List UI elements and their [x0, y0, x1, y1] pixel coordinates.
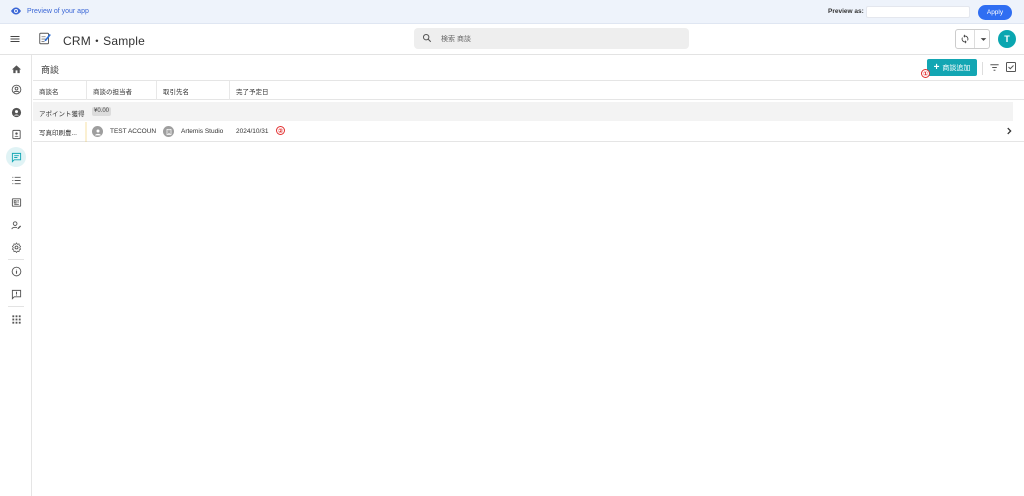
account-name: Artemis Studio — [181, 128, 224, 135]
apply-button[interactable]: Apply — [978, 5, 1012, 20]
column-header[interactable]: 取引先名 — [157, 81, 230, 100]
person-avatar-icon — [92, 126, 103, 137]
search-input[interactable]: 検索 商談 — [414, 28, 689, 49]
add-deal-button[interactable]: + 商談追加 — [927, 59, 977, 76]
menu-icon[interactable] — [9, 33, 21, 45]
deal-name-cell: 写真印刷豊... — [39, 129, 77, 137]
app-header: CRM・Sample 検索 商談 T — [0, 24, 1024, 55]
annotation-marker-2: ② — [276, 126, 285, 135]
toolbar-divider — [982, 62, 983, 75]
add-deal-label: 商談追加 — [942, 64, 971, 72]
sync-icon[interactable] — [956, 30, 975, 48]
account-circle-icon[interactable] — [6, 102, 26, 122]
row-divider — [85, 122, 87, 142]
preview-indicator: Preview of your app — [10, 5, 89, 17]
sidebar-divider — [8, 259, 24, 260]
chat-icon[interactable] — [6, 147, 26, 167]
settings-icon[interactable] — [6, 237, 26, 257]
filter-icon[interactable] — [989, 62, 1000, 73]
app-title: CRM・Sample — [63, 34, 146, 48]
account-cell: Artemis Studio — [163, 122, 233, 141]
annotation-marker-1: ① — [921, 69, 930, 78]
checklist-icon[interactable] — [6, 170, 26, 190]
main-content: 商談 + 商談追加 ① 商談名 商談の担当者 取引先名 完了予定日 アポイント獲… — [33, 55, 1024, 496]
account-circle-outline-icon[interactable] — [6, 79, 26, 99]
search-placeholder: 検索 商談 — [441, 36, 471, 43]
building-icon — [163, 126, 174, 137]
eye-icon — [11, 7, 21, 15]
group-row[interactable]: アポイント獲得 ¥0.00 — [33, 102, 1013, 121]
search-icon — [422, 33, 432, 43]
feedback-icon[interactable] — [6, 284, 26, 304]
contact-card-icon[interactable] — [6, 124, 26, 144]
sync-button[interactable] — [955, 29, 990, 49]
apps-grid-icon[interactable] — [6, 309, 26, 329]
plus-icon: + — [933, 61, 940, 73]
preview-as-label: Preview as: — [828, 8, 864, 15]
column-header[interactable]: 商談名 — [33, 81, 87, 100]
info-icon[interactable] — [6, 261, 26, 281]
table-header: 商談名 商談の担当者 取引先名 完了予定日 — [33, 80, 1024, 100]
chevron-down-icon[interactable] — [976, 30, 990, 48]
page-title: 商談 — [41, 65, 60, 75]
chevron-right-icon[interactable] — [1004, 126, 1014, 136]
home-icon[interactable] — [6, 59, 26, 79]
app-logo-icon — [39, 32, 51, 45]
preview-bar: Preview of your app Preview as: Apply — [0, 0, 1024, 24]
checkbox-icon[interactable] — [1005, 61, 1017, 73]
preview-as-input[interactable] — [866, 6, 970, 18]
preview-label: Preview of your app — [27, 7, 89, 15]
newspaper-icon[interactable] — [6, 192, 26, 212]
owner-cell: TEST ACCOUN — [92, 122, 157, 141]
sidebar — [0, 55, 32, 496]
group-label: アポイント獲得 — [39, 111, 85, 118]
group-total-badge: ¥0.00 — [92, 107, 112, 116]
sidebar-divider — [8, 306, 24, 307]
column-header[interactable]: 完了予定日 — [230, 81, 303, 100]
column-header[interactable]: 商談の担当者 — [87, 81, 157, 100]
person-edit-icon[interactable] — [6, 215, 26, 235]
table-row[interactable]: 写真印刷豊... TEST ACCOUN Artemis Studio 2024… — [33, 122, 1024, 142]
user-avatar[interactable]: T — [998, 30, 1016, 48]
owner-name: TEST ACCOUN — [110, 128, 157, 135]
